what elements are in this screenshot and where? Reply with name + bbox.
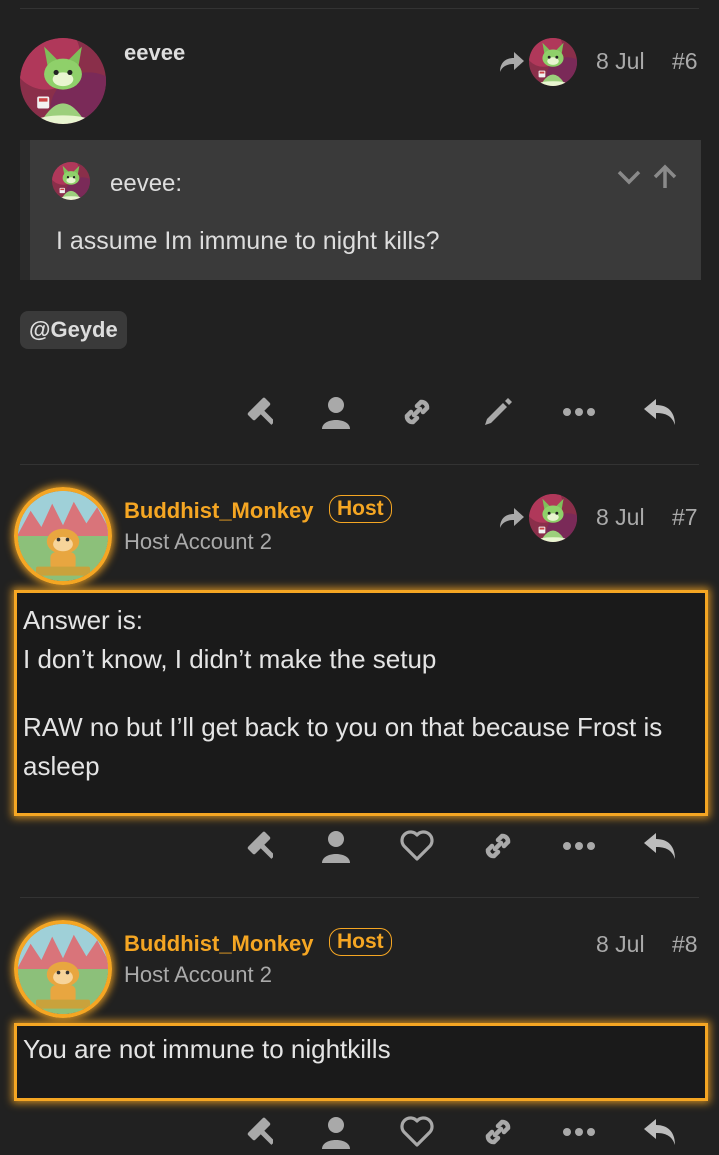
post-divider	[20, 897, 699, 898]
expand-quote-chevron-icon[interactable]	[616, 164, 642, 190]
post-divider	[20, 8, 699, 9]
reply-icon[interactable]	[640, 1112, 680, 1152]
reply-to-avatar[interactable]	[529, 494, 577, 542]
user-icon[interactable]	[316, 392, 356, 432]
go-to-quoted-post-arrow-up-icon[interactable]	[652, 164, 678, 190]
user-icon[interactable]	[316, 826, 356, 866]
post-date[interactable]: 8 Jul	[596, 48, 645, 75]
post-text-line: RAW no but I’ll get back to you on that …	[23, 712, 663, 781]
host-avatar[interactable]	[14, 920, 112, 1018]
post-actions	[0, 826, 719, 866]
gavel-icon[interactable]	[236, 826, 276, 866]
pencil-icon[interactable]	[478, 392, 518, 432]
link-icon[interactable]	[478, 826, 518, 866]
reply-icon[interactable]	[640, 392, 680, 432]
post-text-line: I don’t know, I didn’t make the setup	[23, 644, 437, 674]
post-body-highlighted: You are not immune to nightkills	[14, 1023, 708, 1101]
username[interactable]: Buddhist_Monkey	[124, 931, 313, 957]
post-number[interactable]: #7	[672, 504, 698, 531]
host-flair-badge: Host	[329, 928, 392, 956]
post-actions	[0, 392, 719, 432]
ellipsis-icon[interactable]	[559, 1112, 599, 1152]
username[interactable]: Buddhist_Monkey	[124, 498, 313, 524]
reply-to-arrow-icon[interactable]	[498, 506, 526, 530]
gavel-icon[interactable]	[236, 1112, 276, 1152]
post-date[interactable]: 8 Jul	[596, 931, 645, 958]
reply-to-avatar[interactable]	[529, 38, 577, 86]
user-title: Host Account 2	[124, 962, 272, 987]
ellipsis-icon[interactable]	[559, 392, 599, 432]
post-actions	[0, 1112, 719, 1152]
link-icon[interactable]	[397, 392, 437, 432]
gavel-icon[interactable]	[236, 392, 276, 432]
reply-icon[interactable]	[640, 826, 680, 866]
host-flair-badge: Host	[329, 495, 392, 523]
reply-to-arrow-icon[interactable]	[498, 50, 526, 74]
heart-icon[interactable]	[397, 1112, 437, 1152]
user-avatar[interactable]	[20, 38, 106, 124]
quote-avatar	[52, 162, 90, 200]
user-mention-link[interactable]: @Geyde	[20, 311, 127, 349]
quote-block: eevee: I assume Im immune to night kills…	[20, 140, 701, 280]
topic-thread: eevee 8 Jul #6 eevee: I assume Im immune…	[0, 0, 719, 1155]
post-text-line: Answer is:	[23, 605, 143, 635]
heart-icon[interactable]	[397, 826, 437, 866]
post-divider	[20, 464, 699, 465]
quote-username: eevee:	[110, 170, 183, 197]
post-number[interactable]: #8	[672, 931, 698, 958]
username[interactable]: eevee	[124, 40, 185, 66]
post-text-line: You are not immune to nightkills	[23, 1034, 391, 1064]
quote-text: I assume Im immune to night kills?	[56, 227, 440, 255]
post-number[interactable]: #6	[672, 48, 698, 75]
user-icon[interactable]	[316, 1112, 356, 1152]
post-date[interactable]: 8 Jul	[596, 504, 645, 531]
link-icon[interactable]	[478, 1112, 518, 1152]
ellipsis-icon[interactable]	[559, 826, 599, 866]
host-avatar[interactable]	[14, 487, 112, 585]
post-body-highlighted: Answer is: I don’t know, I didn’t make t…	[14, 590, 708, 816]
user-title: Host Account 2	[124, 529, 272, 554]
